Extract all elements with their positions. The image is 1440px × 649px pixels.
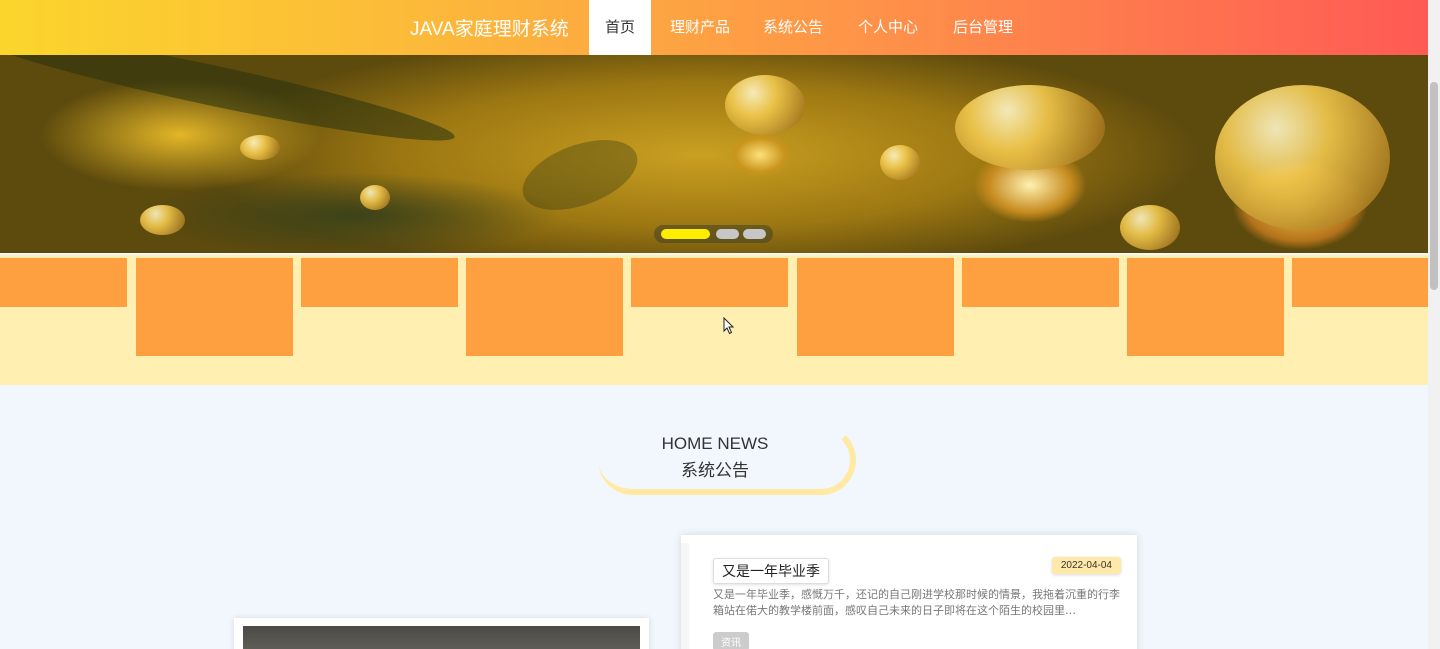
hero-carousel[interactable] — [0, 55, 1428, 253]
feature-tile[interactable] — [962, 258, 1119, 307]
leaf-vein — [0, 55, 459, 157]
scrollbar-thumb[interactable] — [1430, 82, 1438, 290]
carousel-dot-1[interactable] — [661, 229, 710, 239]
news-card[interactable]: 又是一年毕业季 2022-04-04 又是一年毕业季，感慨万千，还记的自己刚进学… — [681, 535, 1137, 649]
top-navbar: JAVA家庭理财系统 首页 理财产品 系统公告 个人中心 后台管理 — [0, 0, 1428, 55]
feature-tile[interactable] — [797, 258, 954, 356]
feature-tile[interactable] — [136, 258, 293, 356]
feature-band — [0, 255, 1428, 385]
feature-tile[interactable] — [301, 258, 458, 307]
feature-tile[interactable] — [631, 258, 788, 307]
section-heading: HOME NEWS 系统公告 — [610, 434, 820, 481]
water-drop — [360, 185, 390, 210]
water-drop — [955, 85, 1105, 170]
carousel-indicators — [654, 225, 773, 243]
nav-item-personal-center[interactable]: 个人中心 — [848, 0, 928, 55]
feature-tile[interactable] — [1127, 258, 1284, 356]
water-drop — [880, 145, 920, 180]
water-drop — [725, 75, 805, 135]
carousel-dot-3[interactable] — [743, 229, 766, 239]
water-drop — [1215, 85, 1390, 230]
section-heading-zh: 系统公告 — [681, 461, 749, 481]
water-drop — [140, 205, 185, 235]
nav-item-home[interactable]: 首页 — [589, 0, 651, 55]
nav-item-admin[interactable]: 后台管理 — [943, 0, 1023, 55]
nav-item-products[interactable]: 理财产品 — [660, 0, 740, 55]
news-image — [243, 626, 640, 649]
section-heading-en: HOME NEWS — [661, 434, 769, 453]
feature-tile[interactable] — [1292, 258, 1428, 307]
nav-item-announcements[interactable]: 系统公告 — [753, 0, 833, 55]
news-image-card[interactable] — [234, 618, 649, 649]
news-date: 2022-04-04 — [1051, 557, 1121, 574]
news-tag[interactable]: 资讯 — [713, 632, 749, 649]
leaf-vein — [513, 126, 647, 224]
water-drop — [1120, 205, 1180, 250]
news-excerpt: 又是一年毕业季，感慨万千，还记的自己刚进学校那时候的情景，我拖着沉重的行李箱站在… — [713, 588, 1120, 617]
site-brand[interactable]: JAVA家庭理财系统 — [410, 14, 569, 41]
water-drop — [240, 135, 280, 160]
page-scrollbar[interactable] — [1428, 0, 1440, 649]
feature-tile[interactable] — [0, 258, 127, 307]
news-title[interactable]: 又是一年毕业季 — [713, 558, 829, 584]
carousel-dot-2[interactable] — [716, 229, 739, 239]
mouse-cursor-icon — [723, 317, 735, 335]
feature-tile[interactable] — [466, 258, 623, 356]
